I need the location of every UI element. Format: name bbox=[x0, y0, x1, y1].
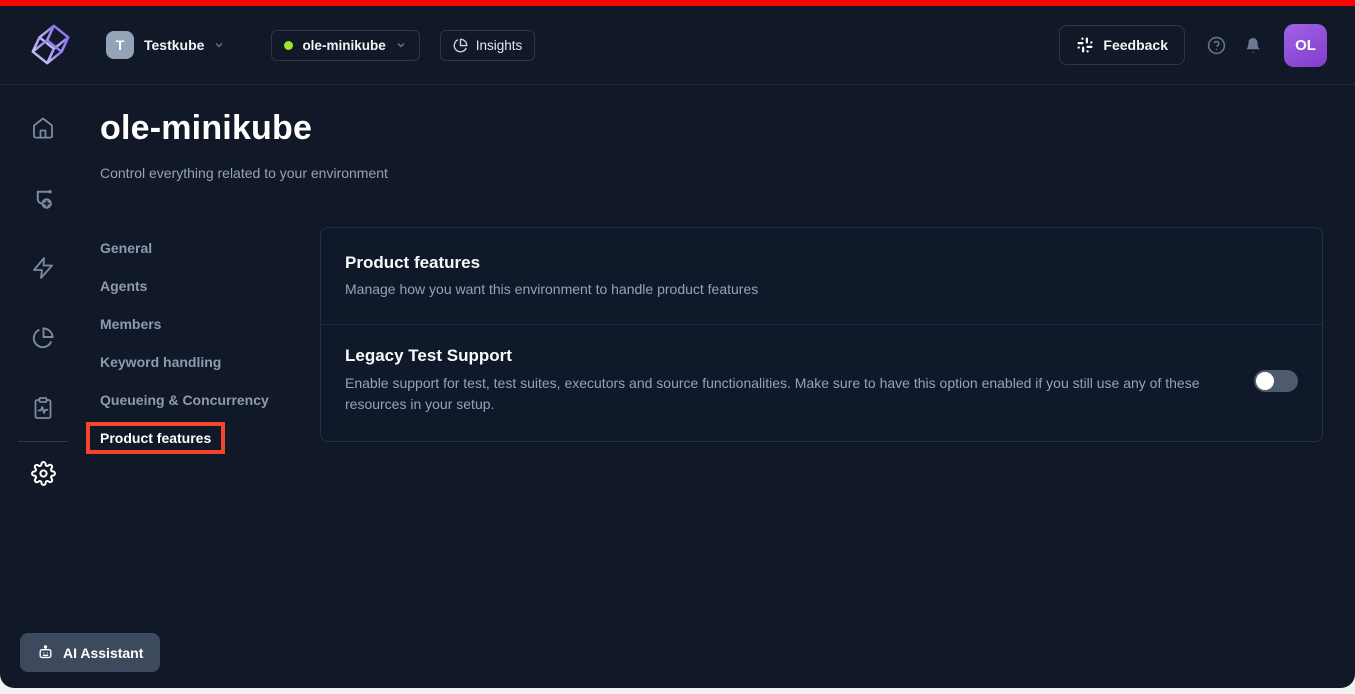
nav-item-product-features[interactable]: Product features bbox=[100, 419, 320, 457]
testkube-logo-icon bbox=[28, 21, 74, 69]
env-status-dot bbox=[284, 41, 293, 50]
legacy-test-support-title: Legacy Test Support bbox=[345, 346, 1225, 366]
screen: T Testkube ole-minikube In bbox=[0, 0, 1355, 694]
robot-icon bbox=[37, 644, 54, 661]
insights-button[interactable]: Insights bbox=[440, 30, 536, 61]
user-avatar[interactable]: OL bbox=[1284, 24, 1327, 67]
legacy-test-support-description: Enable support for test, test suites, ex… bbox=[345, 373, 1225, 415]
card-subtitle: Manage how you want this environment to … bbox=[345, 281, 1298, 297]
recording-indicator-bar bbox=[0, 0, 1355, 6]
card-title: Product features bbox=[345, 253, 1298, 273]
pie-chart-icon bbox=[453, 38, 468, 53]
nav-item-agents[interactable]: Agents bbox=[100, 267, 320, 305]
page-title: ole-minikube bbox=[100, 109, 1323, 148]
bell-icon bbox=[1244, 36, 1262, 55]
main-area: ole-minikube Control everything related … bbox=[0, 85, 1355, 687]
environment-selector[interactable]: ole-minikube bbox=[271, 30, 419, 61]
org-avatar: T bbox=[106, 31, 134, 59]
feedback-button[interactable]: Feedback bbox=[1059, 25, 1185, 65]
legacy-test-support-row: Legacy Test Support Enable support for t… bbox=[321, 325, 1322, 441]
page-subtitle: Control everything related to your envir… bbox=[100, 165, 1323, 181]
insights-label: Insights bbox=[476, 38, 523, 53]
top-bar: T Testkube ole-minikube In bbox=[0, 6, 1355, 85]
card-header: Product features Manage how you want thi… bbox=[321, 228, 1322, 324]
slack-icon bbox=[1076, 36, 1094, 54]
nav-item-label: General bbox=[100, 240, 152, 256]
nav-item-general[interactable]: General bbox=[100, 229, 320, 267]
ai-assistant-label: AI Assistant bbox=[63, 645, 143, 661]
help-circle-icon bbox=[1207, 36, 1226, 55]
nav-item-queueing-concurrency[interactable]: Queueing & Concurrency bbox=[100, 381, 320, 419]
notifications-button[interactable] bbox=[1244, 36, 1262, 55]
nav-item-label: Queueing & Concurrency bbox=[100, 392, 269, 408]
help-button[interactable] bbox=[1207, 36, 1226, 55]
testkube-logo[interactable] bbox=[28, 21, 74, 69]
settings-nav: General Agents Members Keyword handling … bbox=[100, 227, 320, 457]
product-features-card: Product features Manage how you want thi… bbox=[320, 227, 1323, 442]
nav-item-label: Keyword handling bbox=[100, 354, 221, 370]
feedback-label: Feedback bbox=[1103, 37, 1168, 53]
nav-item-label: Members bbox=[100, 316, 161, 332]
environment-name: ole-minikube bbox=[302, 38, 385, 53]
legacy-test-support-toggle[interactable] bbox=[1254, 370, 1298, 392]
nav-item-label: Agents bbox=[100, 278, 147, 294]
nav-item-keyword-handling[interactable]: Keyword handling bbox=[100, 343, 320, 381]
toggle-knob bbox=[1256, 372, 1274, 390]
chevron-down-icon bbox=[213, 39, 225, 51]
ai-assistant-button[interactable]: AI Assistant bbox=[20, 633, 160, 672]
nav-item-members[interactable]: Members bbox=[100, 305, 320, 343]
page-content: ole-minikube Control everything related … bbox=[0, 85, 1355, 687]
nav-item-label: Product features bbox=[100, 430, 211, 446]
org-name: Testkube bbox=[144, 37, 204, 53]
annotation-highlight-box: Product features bbox=[86, 422, 225, 454]
chevron-down-icon bbox=[395, 39, 407, 51]
org-selector[interactable]: T Testkube bbox=[106, 31, 225, 59]
app-window: T Testkube ole-minikube In bbox=[0, 6, 1355, 688]
